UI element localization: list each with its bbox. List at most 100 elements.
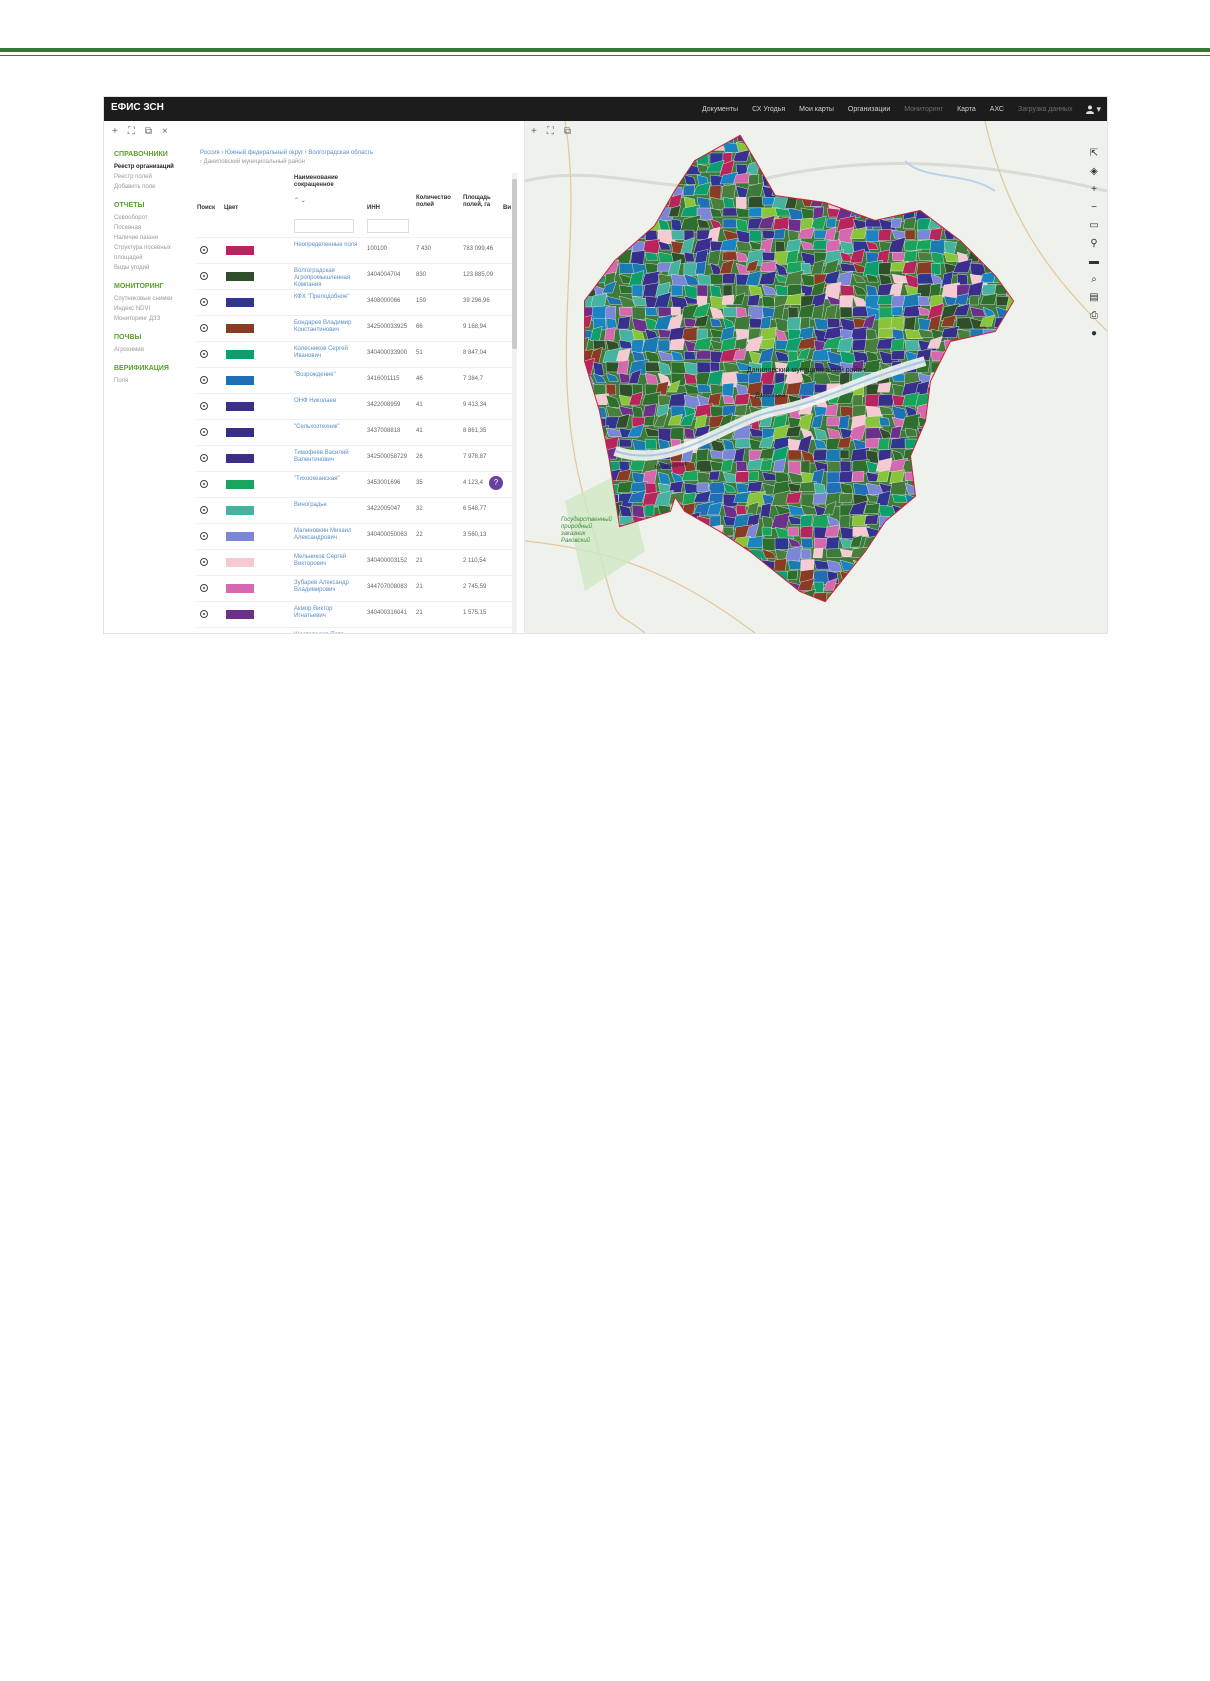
pin-icon[interactable]: ⚲ <box>1087 237 1101 250</box>
field-parcel[interactable] <box>722 251 738 261</box>
field-parcel[interactable] <box>722 394 735 404</box>
eye-icon[interactable] <box>200 402 208 410</box>
field-parcel[interactable] <box>696 482 709 492</box>
nav-organizations[interactable]: Организации <box>848 106 890 113</box>
field-parcel[interactable] <box>735 504 747 515</box>
measure-icon[interactable]: ▭ <box>1087 219 1101 232</box>
field-parcel[interactable] <box>917 295 930 306</box>
field-parcel[interactable] <box>759 326 777 340</box>
field-parcel[interactable] <box>721 272 736 284</box>
sidebar-item-ndvi[interactable]: Индекс NDVI <box>114 304 194 314</box>
table-row[interactable]: "Сельхозтехник" 3437008818 41 8 861,35 <box>197 419 512 445</box>
field-parcel[interactable] <box>721 382 734 397</box>
table-row[interactable]: Шестопалов Петр Васильевич34040005380721… <box>197 627 512 633</box>
field-parcel[interactable] <box>839 295 853 309</box>
sidebar-item-sowing[interactable]: Посевная <box>114 223 194 233</box>
field-parcel[interactable] <box>670 218 683 232</box>
field-parcel[interactable] <box>631 339 644 354</box>
fullscreen-icon[interactable]: ⛶ <box>128 126 135 137</box>
field-parcel[interactable] <box>813 482 826 494</box>
field-parcel[interactable] <box>592 339 606 350</box>
sidebar-item-sown-area-structure[interactable]: Структура посевных площадей <box>114 243 194 263</box>
field-parcel[interactable] <box>748 229 763 242</box>
breadcrumb-path[interactable]: Россия › Южный федеральный округ › Волго… <box>200 149 520 158</box>
select-arrow-icon[interactable]: ⇱ <box>1087 147 1101 160</box>
field-parcel[interactable] <box>877 393 895 407</box>
org-name-link[interactable]: Зубарев Александр Владимирович <box>294 580 358 594</box>
add-icon[interactable]: + <box>112 126 118 137</box>
zoom-in-icon[interactable]: + <box>1087 183 1101 196</box>
field-parcel[interactable] <box>747 481 763 492</box>
field-parcel[interactable] <box>891 350 905 360</box>
field-parcel[interactable] <box>787 526 799 537</box>
table-row[interactable]: "Тихоокеанская" 3453001696 35 4 123,4 <box>197 471 512 497</box>
field-parcel[interactable] <box>722 207 738 217</box>
table-row[interactable]: Бондарев Владимир Константинович 34250003… <box>197 315 512 341</box>
field-parcel[interactable] <box>683 251 695 263</box>
print-icon[interactable]: ⎙ <box>1087 309 1101 322</box>
field-parcel[interactable] <box>800 537 814 549</box>
inn-filter-input[interactable] <box>367 219 409 233</box>
sidebar-item-arable-land[interactable]: Наличие пашни <box>114 233 194 243</box>
field-parcel[interactable] <box>826 471 841 484</box>
field-parcel[interactable] <box>604 327 616 341</box>
field-parcel[interactable] <box>644 482 657 494</box>
field-parcel[interactable] <box>630 250 646 265</box>
field-parcel[interactable] <box>799 316 811 330</box>
nav-farmland[interactable]: СХ Угодья <box>752 106 785 113</box>
org-name-link[interactable]: "Тихоокеанская" <box>294 476 358 483</box>
field-parcel[interactable] <box>786 569 799 580</box>
field-parcel[interactable] <box>759 502 772 519</box>
field-parcel[interactable] <box>839 306 853 318</box>
field-parcel[interactable] <box>682 184 696 196</box>
sidebar-item-agrochemistry[interactable]: Агрохимия <box>114 345 194 355</box>
table-row[interactable]: ОНФ Николаев 3422008959 41 9 413,34 <box>197 393 512 419</box>
sidebar-item-satellite[interactable]: Спутниковые снимки <box>114 294 194 304</box>
add-icon[interactable]: + <box>531 126 537 137</box>
org-name-link[interactable]: "Сельхозтехник" <box>294 424 358 431</box>
field-parcel[interactable] <box>864 503 881 514</box>
user-menu[interactable]: ▾ <box>1086 104 1101 115</box>
table-row[interactable]: Виноградье 3422005047 32 6 548,77 <box>197 497 512 523</box>
table-row[interactable]: Колесников Сергей Иванович 340400033900 51… <box>197 341 512 367</box>
field-parcel[interactable] <box>838 470 854 483</box>
table-row[interactable]: Малиновкин Михаил Александрович 340400050… <box>197 523 512 549</box>
sort-arrows-icon[interactable]: ⌃ ⌄ <box>294 197 306 204</box>
org-name-link[interactable]: Колесников Сергей Иванович <box>294 346 358 360</box>
field-parcel[interactable] <box>877 228 892 241</box>
field-parcel[interactable] <box>838 492 853 504</box>
table-row[interactable]: Мельников Сергей Викторович 340400003152 2… <box>197 549 512 575</box>
field-parcel[interactable] <box>902 216 917 229</box>
field-parcel[interactable] <box>695 261 707 275</box>
eye-icon[interactable] <box>200 324 208 332</box>
org-name-link[interactable]: "Возрождение" <box>294 372 358 379</box>
field-parcel[interactable] <box>720 183 737 199</box>
field-parcel[interactable] <box>644 438 657 450</box>
eye-icon[interactable] <box>200 610 208 618</box>
field-parcel[interactable] <box>812 492 828 505</box>
org-name-link[interactable]: Виноградье <box>294 502 358 509</box>
field-parcel[interactable] <box>786 316 801 332</box>
table-row[interactable]: Акмор Виктор Игнатьевич 340400316041 21 1 5… <box>197 601 512 627</box>
eye-icon[interactable] <box>200 298 208 306</box>
field-parcel[interactable] <box>826 317 841 328</box>
field-parcel[interactable] <box>787 449 802 461</box>
table-scrollbar-thumb[interactable] <box>512 179 517 349</box>
org-name-link[interactable]: Мельников Сергей Викторович <box>294 554 358 568</box>
field-parcel[interactable] <box>748 207 763 217</box>
field-parcel[interactable] <box>902 304 921 317</box>
field-parcel[interactable] <box>657 339 670 352</box>
table-row[interactable]: КФХ "Преподобное" 3408000066 159 39 296,96 <box>197 289 512 315</box>
field-parcel[interactable] <box>722 218 737 229</box>
popout-icon[interactable]: ⧉ <box>145 126 152 137</box>
field-parcel[interactable] <box>669 338 685 350</box>
field-parcel[interactable] <box>734 404 748 416</box>
table-row[interactable]: Неопределенные поля 100100 7 430 783 099,46 <box>197 237 512 263</box>
org-name-link[interactable]: Тимофеев Василий Валентинович <box>294 450 358 464</box>
nav-documents[interactable]: Документы <box>702 106 738 113</box>
field-parcel[interactable] <box>773 558 787 574</box>
field-parcel[interactable] <box>825 536 840 550</box>
eye-icon[interactable] <box>200 350 208 358</box>
help-button[interactable]: ? <box>489 476 503 490</box>
field-parcel[interactable] <box>850 326 869 341</box>
